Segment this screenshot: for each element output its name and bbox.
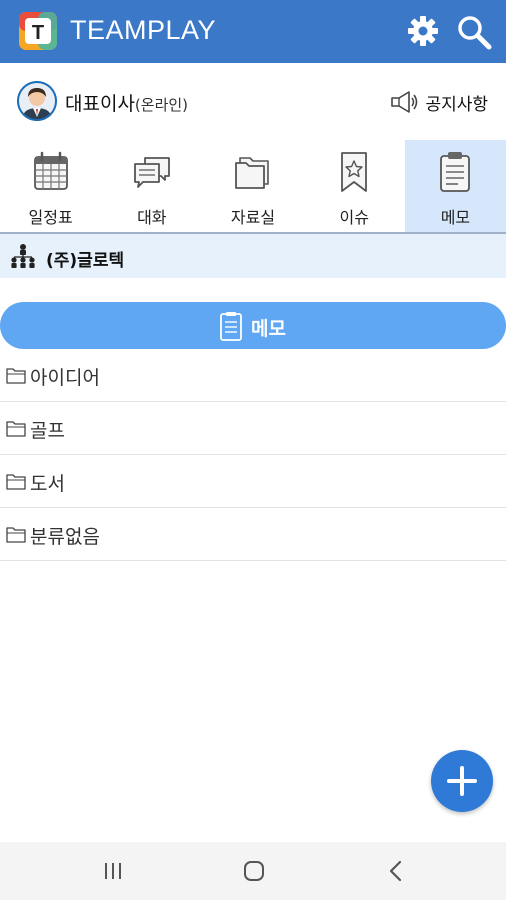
folder-item-idea[interactable]: 아이디어 [0,349,506,402]
app-bar: T TEAMPLAY [0,0,506,63]
tab-bar: 일정표 대화 자료실 이슈 메모 [0,140,506,232]
notice-label: 공지사항 [425,94,488,115]
clipboard-icon [440,152,471,192]
tab-label: 자료실 [230,208,276,227]
folder-label: 골프 [30,420,65,442]
folder-item-uncategorized[interactable]: 분류없음 [0,508,506,561]
chat-icon [133,157,170,188]
avatar[interactable] [17,81,57,121]
recent-apps-icon[interactable] [98,856,128,886]
folder-label: 분류없음 [30,526,100,548]
folder-icon [6,368,26,384]
folder-item-golf[interactable]: 골프 [0,402,506,455]
user-status: (온라인) [134,96,189,114]
tab-memo[interactable]: 메모 [404,140,506,232]
system-nav-bar [0,842,506,900]
back-icon[interactable] [381,856,411,886]
svg-text:T: T [32,22,44,44]
org-bar[interactable]: (주)글로텍 [0,234,506,278]
user-bar: 대표이사(온라인) 공지사항 [0,63,506,140]
memo-section-title: 메모 [251,318,286,340]
add-memo-button[interactable] [431,750,493,812]
folder-list: 아이디어 골프 도서 분류없음 [0,349,506,561]
app-logo-icon: T [19,12,57,50]
notice-button[interactable]: 공지사항 [389,89,488,115]
tab-label: 대화 [137,208,167,227]
app-title: TEAMPLAY [70,15,217,45]
folder-icon [6,527,26,543]
folder-item-books[interactable]: 도서 [0,455,506,508]
org-chart-icon [11,244,35,268]
bookmark-star-icon [341,152,368,192]
user-name: 대표이사(온라인) [65,89,188,116]
user-name-text: 대표이사 [65,93,135,115]
plus-icon [447,766,477,796]
gear-icon[interactable] [406,14,440,48]
search-icon[interactable] [456,14,492,50]
memo-section-header[interactable]: 메모 [0,302,506,349]
org-name: (주)글로텍 [46,251,125,271]
clipboard-icon [220,312,242,341]
folder-label: 아이디어 [30,367,100,389]
calendar-icon [33,151,68,190]
folder-icon [6,421,26,437]
tab-chat[interactable]: 대화 [101,140,202,232]
tab-label: 메모 [440,208,471,227]
user-avatar-icon [17,81,57,121]
folder-icon [6,474,26,490]
home-icon[interactable] [239,856,269,886]
folder-label: 도서 [30,473,65,495]
tab-label: 이슈 [339,208,369,227]
megaphone-icon [391,91,418,113]
folder-icon [235,157,269,189]
tab-calendar[interactable]: 일정표 [0,140,101,232]
tab-issue[interactable]: 이슈 [304,140,405,232]
tab-label: 일정표 [28,208,73,227]
tab-files[interactable]: 자료실 [202,140,303,232]
